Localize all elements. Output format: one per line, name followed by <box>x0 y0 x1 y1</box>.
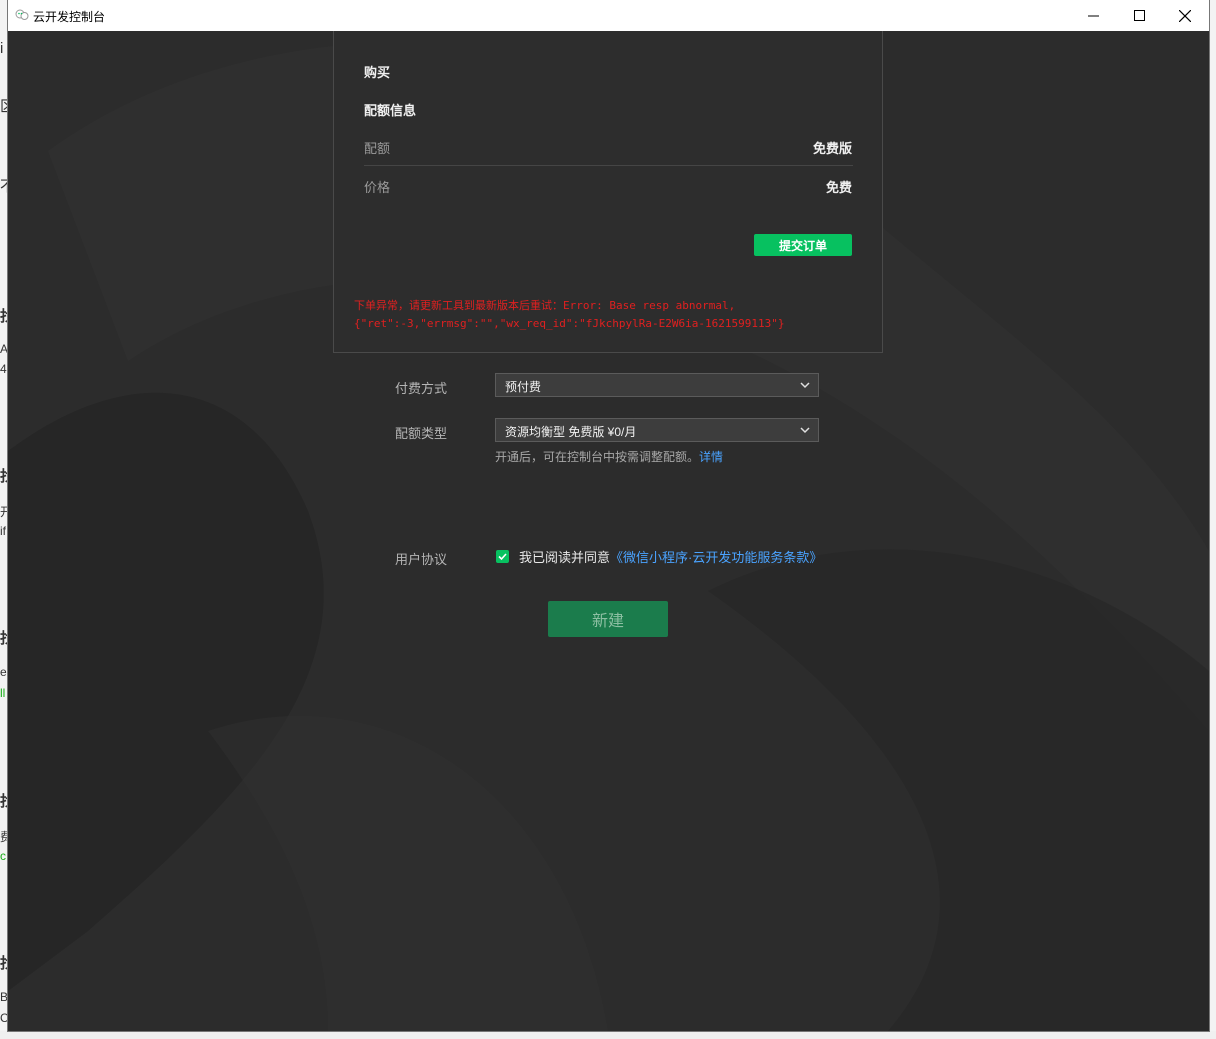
maximize-icon <box>1133 10 1145 21</box>
payment-method-value: 预付费 <box>505 380 542 394</box>
minimize-button[interactable] <box>1070 0 1116 31</box>
close-button[interactable] <box>1162 0 1208 31</box>
title-bar[interactable]: 云开发控制台 <box>8 0 1209 32</box>
bg-fragment: e <box>0 665 7 679</box>
terms-link[interactable]: 《微信小程序·云开发功能服务条款》 <box>610 550 822 565</box>
cloud-console-window: 云开发控制台 付费方式 预付费 配额类型 资源均衡型 免费版 ¥0/月 开通后，… <box>8 0 1209 1031</box>
agreement-checkbox[interactable] <box>496 550 509 563</box>
app-logo-icon <box>15 9 29 20</box>
quota-row-value: 免费版 <box>812 141 852 156</box>
create-button[interactable]: 新建 <box>548 601 668 637</box>
quota-hint-text: 开通后，可在控制台中按需调整配额。 <box>495 450 700 464</box>
chevron-down-icon <box>800 427 810 434</box>
price-row-label: 价格 <box>364 180 391 195</box>
bg-fragment: if <box>0 524 6 538</box>
details-link[interactable]: 详情 <box>699 450 723 464</box>
window-title: 云开发控制台 <box>33 10 106 24</box>
quota-type-label: 配额类型 <box>395 426 448 441</box>
row-divider <box>364 165 853 166</box>
submit-order-button[interactable]: 提交订单 <box>754 234 852 256</box>
chevron-down-icon <box>800 382 810 389</box>
close-icon <box>1179 9 1191 22</box>
buy-heading: 购买 <box>364 65 391 80</box>
agreement-prefix: 我已阅读并同意 <box>519 550 611 565</box>
error-line: 下单异常，请更新工具到最新版本后重试：Error: Base resp abno… <box>354 299 736 312</box>
quota-info-heading: 配额信息 <box>364 103 417 118</box>
background-app-edge-right <box>1208 0 1216 1039</box>
desktop-strip <box>0 1031 1216 1039</box>
order-dialog: 购买 配额信息 配额 免费版 价格 免费 提交订单 下单异常，请更新工具到最新版… <box>333 31 883 353</box>
maximize-button[interactable] <box>1116 0 1162 31</box>
quota-type-value: 资源均衡型 免费版 ¥0/月 <box>505 425 637 439</box>
error-line: {"ret":-3,"errmsg":"","wx_req_id":"fJkch… <box>354 317 785 330</box>
quota-type-select[interactable]: 资源均衡型 免费版 ¥0/月 <box>495 418 819 442</box>
bg-fragment: ll <box>0 686 6 700</box>
agreement-text: 我已阅读并同意《微信小程序·云开发功能服务条款》 <box>519 547 822 566</box>
payment-method-label: 付费方式 <box>395 381 448 396</box>
checkmark-icon <box>498 553 507 561</box>
price-row-value: 免费 <box>825 180 852 195</box>
main-content: 付费方式 预付费 配额类型 资源均衡型 免费版 ¥0/月 开通后，可在控制台中按… <box>8 31 1209 1031</box>
quota-row-label: 配额 <box>364 141 391 156</box>
quota-hint: 开通后，可在控制台中按需调整配额。详情 <box>495 448 723 465</box>
bg-fragment: c <box>0 849 6 863</box>
bg-fragment: i <box>0 40 4 57</box>
minimize-icon <box>1087 15 1099 17</box>
order-error-message: 下单异常，请更新工具到最新版本后重试：Error: Base resp abno… <box>354 297 854 333</box>
background-app-edge: i 区 不 找 Ar 40 找 开 if 找 e ll 找 费 c 找 Bu C <box>0 0 15 1039</box>
payment-method-select[interactable]: 预付费 <box>495 373 819 397</box>
agreement-label: 用户协议 <box>395 552 448 567</box>
